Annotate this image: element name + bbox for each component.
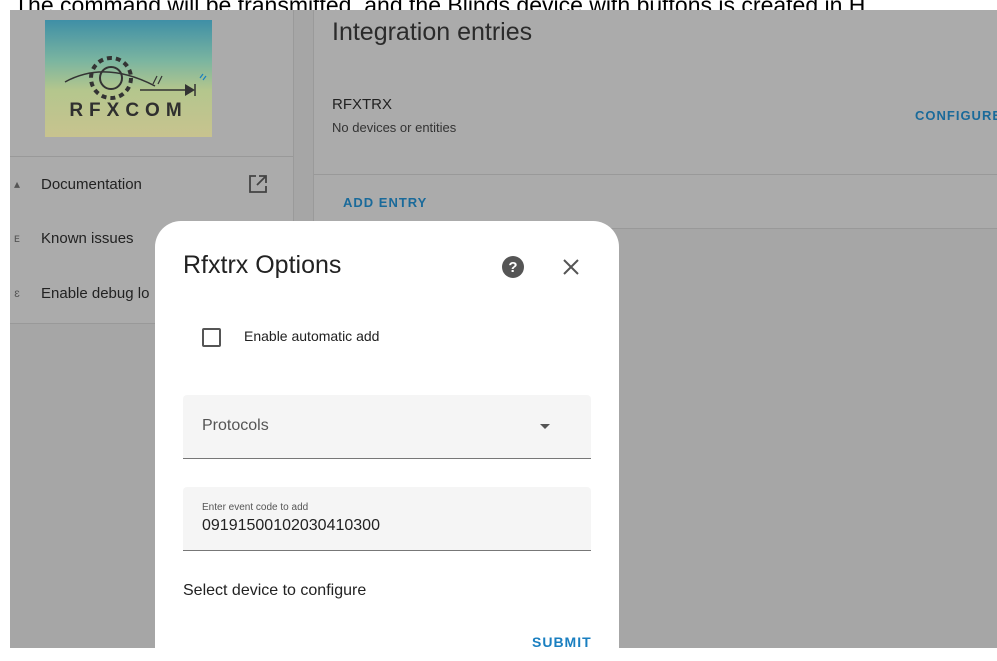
dropdown-arrow-icon <box>540 424 550 429</box>
event-code-field[interactable]: Enter event code to add 0919150010203041… <box>183 487 591 551</box>
entry-name: RFXTRX <box>332 96 392 113</box>
help-circle-icon[interactable]: ? <box>501 255 525 279</box>
automatic-add-label: Enable automatic add <box>244 328 380 344</box>
logo-text: RFXCOM <box>69 100 188 121</box>
entry-subtitle: No devices or entities <box>332 120 457 135</box>
configure-button[interactable]: CONFIGURE <box>915 108 997 123</box>
debug-icon: ɛ <box>14 286 20 300</box>
divider <box>314 174 997 175</box>
add-entry-button[interactable]: ADD ENTRY <box>343 195 427 210</box>
open-in-new-icon[interactable] <box>248 174 268 194</box>
protocols-label: Protocols <box>202 417 269 434</box>
event-code-label: Enter event code to add <box>202 502 309 513</box>
options-dialog: Rfxtrx Options ? Enable automatic add Pr… <box>155 221 619 661</box>
sidebar-item-documentation[interactable]: ▴ Documentation <box>10 164 293 204</box>
book-icon: ▴ <box>13 177 21 191</box>
integration-entries-card: Integration entries RFXTRX No devices or… <box>313 10 997 229</box>
protocols-select[interactable]: Protocols <box>183 395 591 459</box>
sidebar-item-label: Known issues <box>41 229 134 247</box>
sidebar-item-label: Documentation <box>41 175 142 193</box>
automatic-add-checkbox[interactable] <box>202 328 221 347</box>
divider <box>10 156 293 157</box>
svg-text:?: ? <box>508 259 517 276</box>
event-code-input[interactable]: 09191500102030410300 <box>202 517 582 535</box>
bug-icon: ᴇ <box>14 231 20 245</box>
select-device-label[interactable]: Select device to configure <box>183 582 366 600</box>
sidebar-item-label: Enable debug lo <box>41 284 150 302</box>
gear-icon <box>64 56 207 100</box>
section-title: Integration entries <box>332 18 533 46</box>
close-icon[interactable] <box>561 257 581 277</box>
rfxcom-logo: RFXCOM <box>45 20 212 137</box>
dialog-title: Rfxtrx Options <box>183 251 342 279</box>
